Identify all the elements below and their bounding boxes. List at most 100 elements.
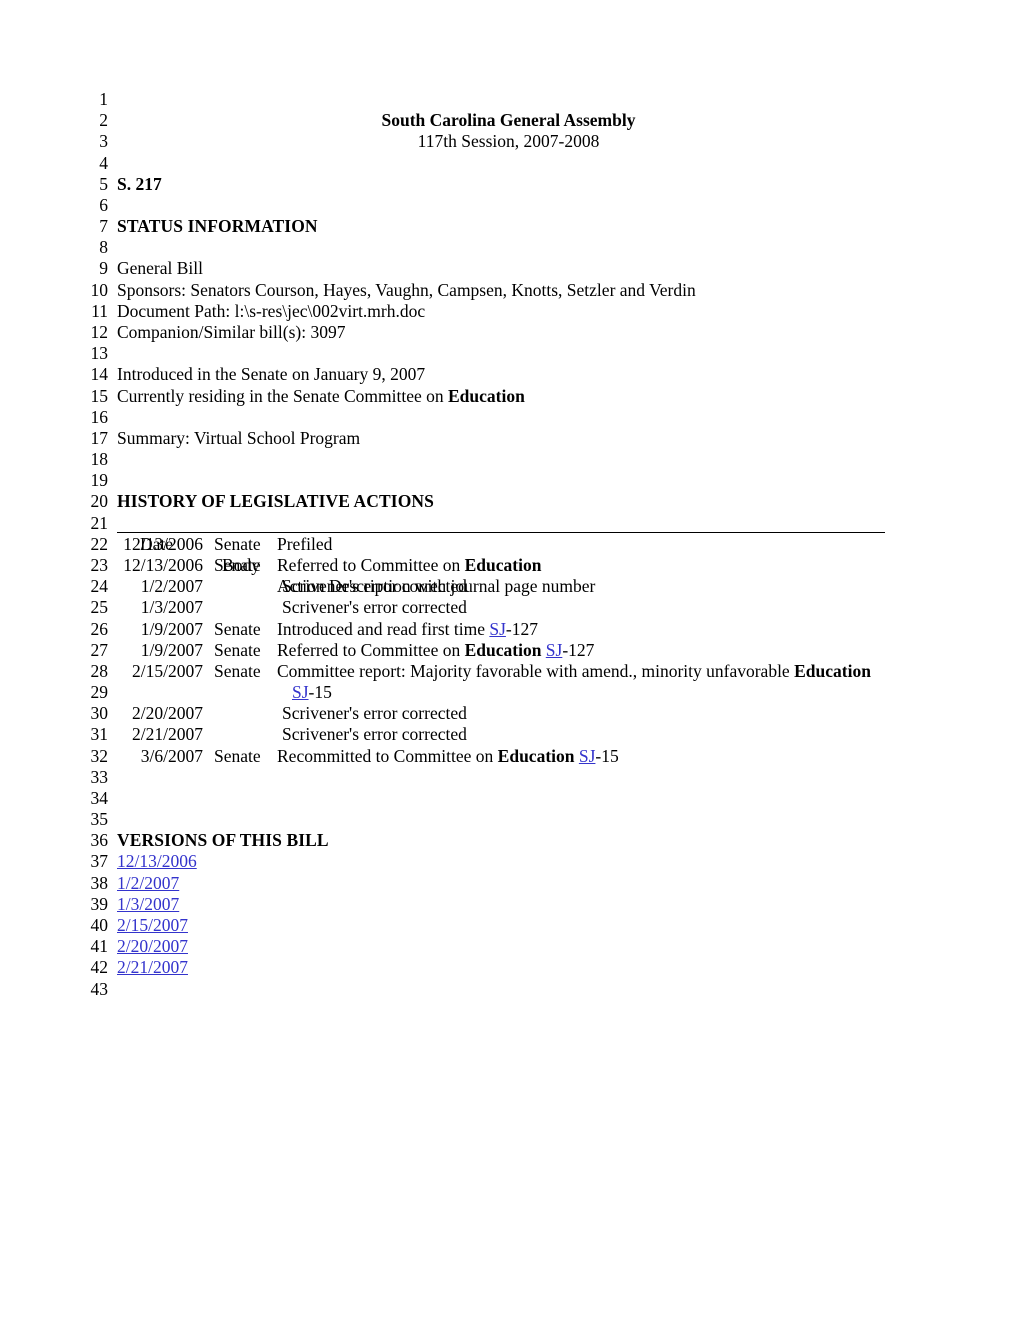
list-item: 2/21/2007	[0, 957, 1020, 978]
line-number: 5	[99, 173, 108, 194]
list-item: 1/2/2007	[0, 873, 1020, 894]
document-line-11: Companion/Similar bill(s): 3097	[0, 301, 1020, 342]
journal-page: -127	[562, 639, 595, 660]
row-date: 1/2/2007	[140, 576, 203, 597]
table-row: 1/3/2007 Scrivener's error corrected	[0, 597, 1020, 618]
line-number: 3	[99, 131, 108, 152]
residing-prefix: Currently residing in the Senate Committ…	[117, 385, 448, 406]
version-link[interactable]: 1/3/2007	[117, 894, 179, 914]
row-body: Senate	[214, 554, 261, 575]
list-item: 1/3/2007	[0, 894, 1020, 915]
row-action: Prefiled	[277, 534, 997, 555]
journal-link[interactable]: SJ	[579, 746, 596, 766]
row-date: 2/20/2007	[132, 703, 203, 724]
history-heading: HISTORY OF LEGISLATIVE ACTIONS	[117, 491, 434, 512]
version-link-wrap: 2/20/2007	[117, 936, 917, 957]
row-date: 2/21/2007	[132, 724, 203, 745]
version-link-wrap: 2/15/2007	[117, 915, 917, 936]
line-number: 20	[90, 491, 109, 512]
table-row: 3/6/2007 Senate Recommitted to Committee o…	[0, 746, 1020, 767]
action-committee: Education	[464, 639, 542, 660]
history-table-header: Date Body Action Description with journa…	[0, 513, 1020, 596]
table-row: 1/9/2007 Senate Referred to Committee on E…	[0, 640, 1020, 661]
document-line-9: Sponsors: Senators Courson, Hayes, Vaugh…	[0, 258, 1020, 300]
table-row: 2/15/2007 Senate Committee report: Majorit…	[0, 661, 1020, 682]
line-number: 43	[90, 978, 109, 999]
version-link[interactable]: 1/2/2007	[117, 873, 179, 893]
line-number: 33	[90, 766, 109, 787]
row-action: Recommitted to Committee on Education SJ…	[277, 746, 997, 767]
line-number: 12	[90, 321, 109, 342]
journal-page: -15	[308, 682, 332, 703]
list-item: 2/20/2007	[0, 936, 1020, 957]
document-line-13: Introduced in the Senate on January 9, 2…	[0, 343, 1020, 384]
version-link-wrap: 1/3/2007	[117, 894, 917, 915]
row-action: Scrivener's error corrected	[282, 576, 1002, 597]
version-link[interactable]: 2/15/2007	[117, 915, 188, 935]
version-link[interactable]: 2/20/2007	[117, 936, 188, 956]
table-row: 12/13/2006 Senate Referred to Committee on…	[0, 555, 1020, 576]
version-link[interactable]: 2/21/2007	[117, 957, 188, 977]
journal-link[interactable]: SJ	[489, 619, 506, 639]
document-line-1: South Carolina General Assembly	[0, 89, 1020, 130]
summary: Summary: Virtual School Program	[117, 427, 361, 448]
status-information-heading: STATUS INFORMATION	[117, 216, 318, 237]
row-date: 1/9/2007	[140, 639, 203, 660]
line-number: 17	[90, 427, 109, 448]
document-line-4: S. 217	[0, 153, 1020, 194]
row-action: Scrivener's error corrected	[282, 703, 1002, 724]
table-row: 12/13/2006 Senate Prefiled	[0, 534, 1020, 555]
document-line-14: Currently residing in the Senate Committ…	[0, 364, 1020, 406]
action-text: Referred to Committee on	[277, 554, 465, 575]
table-row: 2/20/2007 Scrivener's error corrected	[0, 703, 1020, 724]
action-committee: Education	[794, 660, 871, 681]
list-item: 12/13/2006	[0, 851, 1020, 872]
table-row: SJ-15	[0, 682, 1020, 703]
journal-link[interactable]: SJ	[292, 682, 309, 702]
action-text: Introduced and read first time	[277, 618, 490, 639]
document-line-19: HISTORY OF LEGISLATIVE ACTIONS	[0, 470, 1020, 511]
row-date: 12/13/2006	[123, 533, 203, 554]
version-link-wrap: 1/2/2007	[117, 873, 917, 894]
row-date: 1/9/2007	[140, 618, 203, 639]
row-body: Senate	[214, 618, 261, 639]
action-text: Committee report: Majority favorable wit…	[277, 660, 795, 681]
line-number: 7	[99, 216, 108, 237]
document-line-6: STATUS INFORMATION	[0, 195, 1020, 236]
row-date: 12/13/2006	[123, 554, 203, 575]
document-line-35: VERSIONS OF THIS BILL	[0, 809, 1020, 850]
version-link-wrap: 2/21/2007	[117, 957, 917, 978]
row-body: Senate	[214, 745, 261, 766]
action-text: Scrivener's error corrected	[282, 724, 467, 745]
action-committee: Education	[497, 745, 575, 766]
row-date: 1/3/2007	[140, 597, 203, 618]
journal-page: -15	[595, 745, 619, 766]
residing-statement: Currently residing in the Senate Committ…	[117, 386, 917, 407]
version-link-wrap: 12/13/2006	[117, 851, 917, 872]
action-committee: Education	[464, 554, 542, 575]
line-number: 34	[90, 787, 109, 808]
row-date: 2/15/2007	[132, 660, 203, 681]
action-text: Prefiled	[277, 533, 333, 554]
action-text: Referred to Committee on	[277, 639, 465, 660]
line-number: 18	[90, 449, 109, 470]
document-line-10: Document Path: l:\s-res\jec\002virt.mrh.…	[0, 280, 1020, 321]
row-body: Senate	[214, 533, 261, 554]
residing-committee: Education	[447, 385, 525, 406]
document-line-8: General Bill	[0, 237, 1020, 278]
versions-heading: VERSIONS OF THIS BILL	[117, 830, 329, 851]
row-action: Introduced and read first time SJ-127	[277, 619, 997, 640]
row-body: Senate	[214, 660, 261, 681]
journal-page: -127	[505, 618, 538, 639]
journal-link[interactable]: SJ	[546, 640, 563, 660]
row-action: Scrivener's error corrected	[282, 597, 1002, 618]
list-item: 2/15/2007	[0, 915, 1020, 936]
action-text: Scrivener's error corrected	[282, 576, 467, 597]
session-subtitle: 117th Session, 2007-2008	[417, 131, 600, 152]
version-link[interactable]: 12/13/2006	[117, 851, 197, 871]
table-row: 2/21/2007 Scrivener's error corrected	[0, 724, 1020, 745]
row-action: Committee report: Majority favorable wit…	[277, 661, 997, 682]
row-body: Senate	[214, 639, 261, 660]
action-text: Recommitted to Committee on	[277, 745, 498, 766]
line-number: 15	[90, 385, 109, 406]
